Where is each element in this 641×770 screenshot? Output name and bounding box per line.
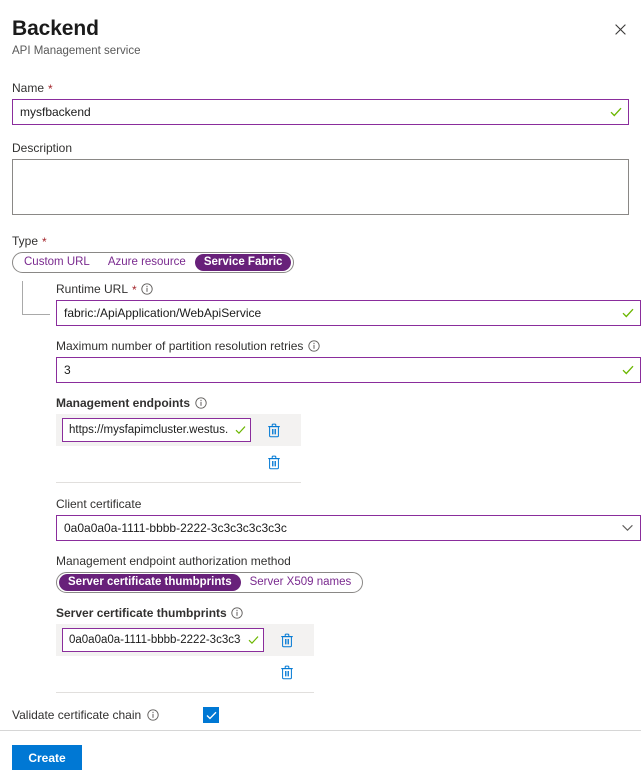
management-endpoints-table — [56, 414, 301, 483]
server-thumbprint-input[interactable] — [62, 628, 264, 652]
delete-thumbprint-button[interactable] — [274, 628, 300, 652]
type-toggle-group[interactable]: Custom URL Azure resource Service Fabric — [12, 252, 295, 273]
required-asterisk: * — [42, 235, 47, 249]
auth-method-label: Management endpoint authorization method — [56, 553, 629, 569]
type-option-custom-url[interactable]: Custom URL — [15, 254, 99, 271]
client-certificate-label: Client certificate — [56, 496, 629, 512]
table-row — [56, 624, 314, 656]
close-button[interactable] — [607, 16, 633, 42]
type-section: Type * Custom URL Azure resource Service… — [12, 233, 629, 273]
trash-icon — [267, 455, 281, 470]
auth-option-x509-names[interactable]: Server X509 names — [241, 574, 361, 591]
info-icon[interactable] — [194, 397, 207, 410]
info-icon[interactable] — [146, 709, 159, 722]
max-retries-section: Maximum number of partition resolution r… — [56, 338, 641, 383]
thumbprint-input-wrap — [62, 628, 264, 652]
runtime-url-section: Runtime URL * — [56, 281, 641, 326]
description-label: Description — [12, 140, 629, 156]
required-asterisk: * — [48, 82, 53, 96]
validate-chain-label: Validate certificate chain — [12, 708, 159, 722]
max-retries-input-wrap — [56, 357, 641, 383]
auth-method-toggle-group[interactable]: Server certificate thumbprints Server X5… — [56, 572, 364, 593]
name-input-wrap — [12, 99, 629, 125]
server-thumbprints-table — [56, 624, 314, 693]
page-title: Backend — [12, 17, 99, 40]
client-certificate-select-wrap: 0a0a0a0a-1111-bbbb-2222-3c3c3c3c3c3c — [56, 515, 641, 541]
trash-icon — [267, 423, 281, 438]
table-row — [56, 414, 301, 446]
runtime-url-input[interactable] — [56, 300, 641, 326]
delete-thumbprint-button[interactable] — [274, 660, 300, 684]
delete-endpoint-button[interactable] — [261, 450, 287, 474]
validate-chain-label-text: Validate certificate chain — [12, 708, 142, 722]
create-button[interactable]: Create — [12, 745, 82, 770]
server-thumbprints-label: Server certificate thumbprints — [56, 605, 629, 621]
empty-thumbprint-cell — [62, 660, 264, 684]
info-icon[interactable] — [231, 607, 244, 620]
required-asterisk: * — [132, 283, 137, 297]
table-row — [56, 446, 301, 478]
trash-icon — [280, 665, 294, 680]
blade-header: Backend API Management service — [12, 0, 629, 58]
info-icon[interactable] — [141, 283, 154, 296]
delete-endpoint-button[interactable] — [261, 418, 287, 442]
validate-chain-checkbox[interactable] — [203, 707, 220, 723]
validate-certificate-chain-row: Validate certificate chain — [0, 707, 641, 731]
page-subtitle: API Management service — [12, 45, 141, 57]
name-input[interactable] — [12, 99, 629, 125]
description-textarea[interactable] — [12, 159, 629, 215]
type-option-azure-resource[interactable]: Azure resource — [99, 254, 195, 271]
table-row — [56, 656, 314, 688]
backend-blade: Backend API Management service Name * my… — [0, 0, 641, 770]
management-endpoint-input[interactable] — [62, 418, 251, 442]
type-option-service-fabric[interactable]: Service Fabric — [194, 254, 292, 271]
client-certificate-select[interactable]: 0a0a0a0a-1111-bbbb-2222-3c3c3c3c3c3c — [56, 515, 641, 541]
info-icon[interactable] — [307, 340, 320, 353]
endpoint-input-wrap — [62, 418, 251, 442]
empty-endpoint-cell — [62, 450, 251, 474]
close-icon — [614, 23, 626, 35]
description-label-text: Description — [12, 141, 73, 155]
auth-method-label-text: Management endpoint authorization method — [56, 554, 291, 568]
max-retries-label: Maximum number of partition resolution r… — [56, 338, 629, 354]
type-label: Type * — [12, 233, 629, 249]
service-fabric-settings: Runtime URL * fabric:/ApiApplication/Web… — [12, 281, 641, 693]
type-label-text: Type — [12, 234, 39, 248]
client-certificate-section: Client certificate 0a0a0a0a-1111-bbbb-22… — [56, 496, 641, 541]
max-retries-input[interactable] — [56, 357, 641, 383]
name-section: Name * — [12, 80, 629, 125]
table-separator — [56, 692, 314, 693]
name-label-text: Name — [12, 81, 45, 95]
table-separator — [56, 482, 301, 483]
runtime-url-label-text: Runtime URL — [56, 282, 129, 296]
runtime-url-input-wrap — [56, 300, 641, 326]
management-endpoints-label-text: Management endpoints — [56, 396, 191, 410]
checkmark-icon — [206, 711, 217, 720]
server-thumbprints-label-text: Server certificate thumbprints — [56, 606, 227, 620]
server-thumbprints-section: Server certificate thumbprints — [56, 605, 629, 693]
runtime-url-label: Runtime URL * — [56, 281, 629, 297]
client-certificate-label-text: Client certificate — [56, 497, 142, 511]
description-section: Description — [12, 140, 629, 218]
auth-option-thumbprints[interactable]: Server certificate thumbprints — [59, 574, 241, 591]
management-endpoints-label: Management endpoints — [56, 395, 629, 411]
max-retries-label-text: Maximum number of partition resolution r… — [56, 339, 304, 353]
name-label: Name * — [12, 80, 629, 96]
auth-method-section: Management endpoint authorization method… — [56, 553, 629, 593]
management-endpoints-section: Management endpoints — [56, 395, 629, 483]
